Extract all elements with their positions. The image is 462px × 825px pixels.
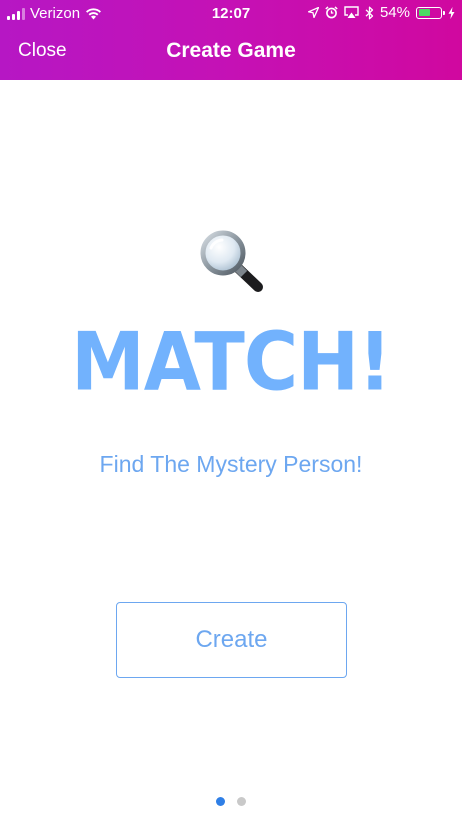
page-indicator[interactable] <box>0 797 462 806</box>
screen-mirroring-icon <box>344 6 359 19</box>
page-dot-2[interactable] <box>237 797 246 806</box>
battery-level-fill <box>418 9 430 16</box>
create-button[interactable]: Create <box>116 602 347 678</box>
battery-percent: 54% <box>379 4 410 21</box>
battery-icon <box>416 6 445 19</box>
header-bar: Verizon 12:07 54% Close Create Game <box>0 0 462 80</box>
charging-bolt-icon <box>448 6 455 19</box>
game-subtitle: Find The Mystery Person! <box>99 451 363 477</box>
game-title: MATCH! <box>71 316 392 409</box>
page-title: Create Game <box>166 39 296 62</box>
status-right: 54% <box>307 4 455 21</box>
status-bar: Verizon 12:07 54% <box>0 0 462 28</box>
location-icon <box>307 7 319 18</box>
bluetooth-icon <box>365 6 374 20</box>
alarm-icon <box>325 6 338 19</box>
page-dot-1[interactable] <box>216 797 225 806</box>
magnifying-glass-icon <box>198 230 266 294</box>
